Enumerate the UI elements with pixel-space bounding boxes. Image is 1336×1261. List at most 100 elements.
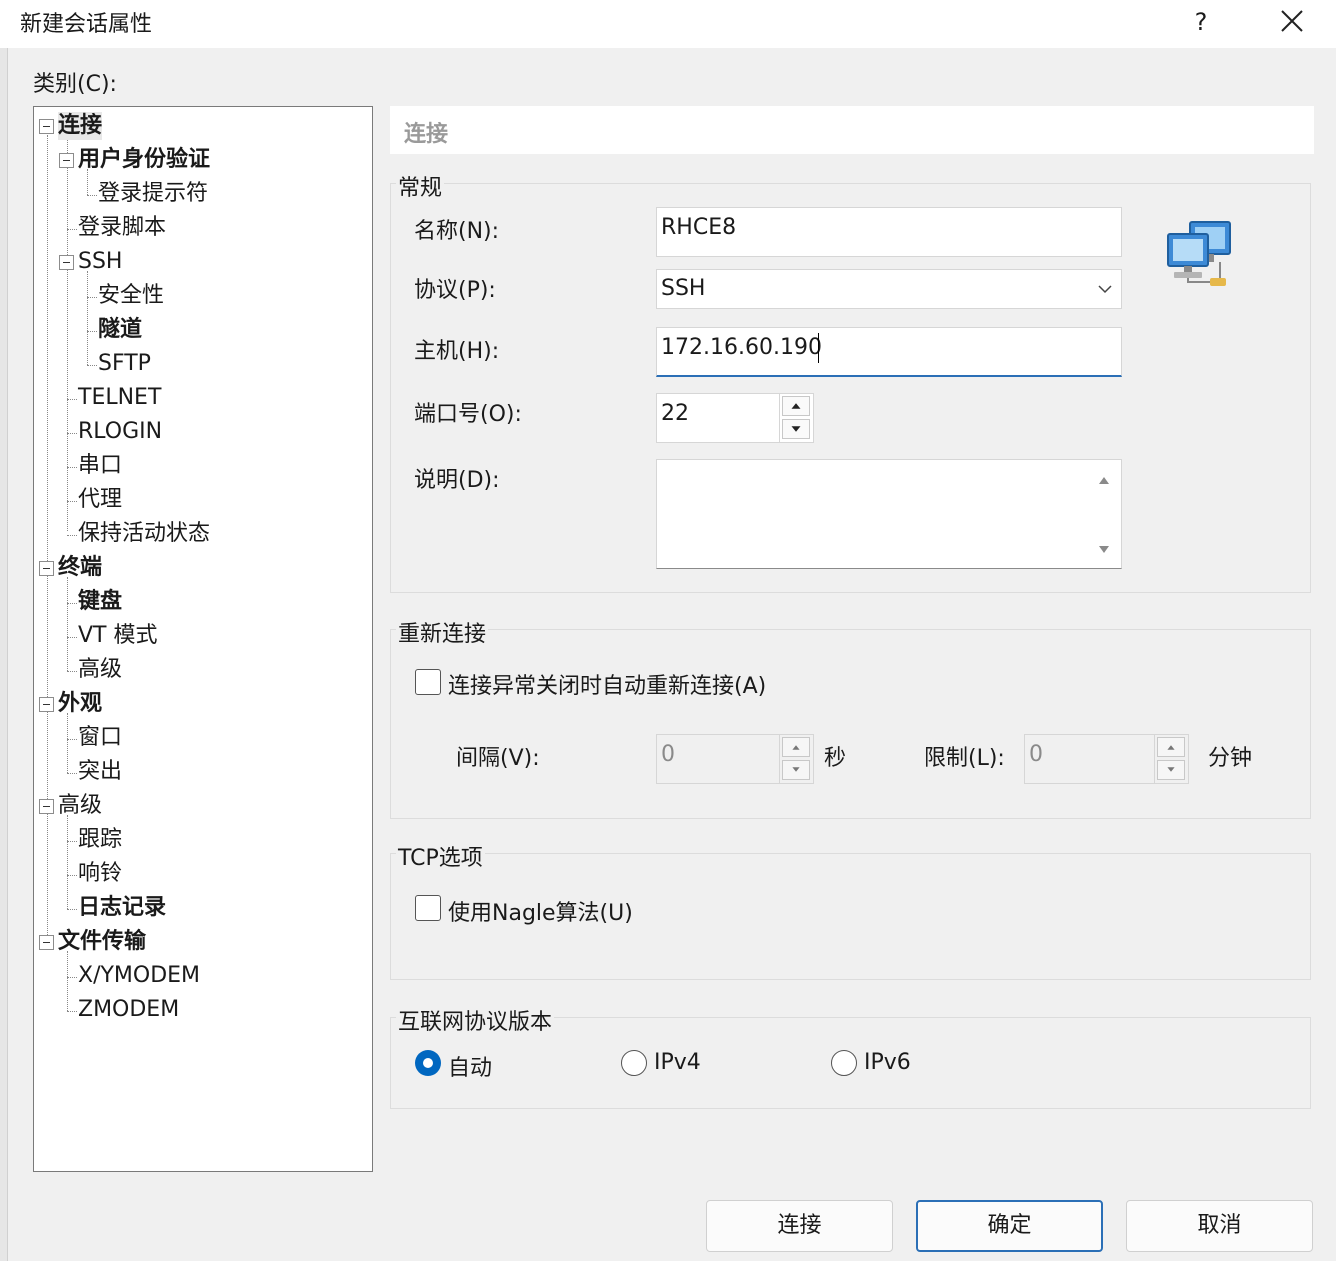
tree-item-terminal[interactable]: 终端: [58, 554, 102, 582]
collapse-toggle-icon[interactable]: [39, 561, 54, 576]
port-down-button[interactable]: [782, 419, 810, 439]
protocol-select[interactable]: SSH: [656, 269, 1122, 309]
tcp-group-title: TCP选项: [396, 840, 485, 872]
tree-item-proxy[interactable]: 代理: [78, 486, 122, 514]
host-input[interactable]: 172.16.60.190: [656, 327, 1122, 377]
window-title: 新建会话属性: [20, 12, 153, 37]
limit-up-button[interactable]: [1157, 737, 1185, 757]
interval-up-button[interactable]: [782, 737, 810, 757]
tree-item-trace[interactable]: 跟踪: [78, 826, 122, 854]
tree-item-file-transfer[interactable]: 文件传输: [58, 928, 146, 956]
arrow-up-icon: [792, 745, 800, 750]
category-tree[interactable]: 连接 用户身份验证 登录提示符 登录脚本 SSH 安全性 隧道 SFTP TEL…: [33, 106, 373, 1172]
tree-item-rlogin[interactable]: RLOGIN: [78, 418, 162, 446]
reconnect-group: [390, 629, 1311, 819]
tree-connector: [67, 713, 68, 773]
radio-ipv4-label: IPv4: [654, 1050, 701, 1075]
tree-connector: [67, 135, 68, 531]
scroll-up-icon[interactable]: [1097, 474, 1111, 486]
tree-connector: [67, 1011, 77, 1012]
limit-down-button[interactable]: [1157, 760, 1185, 780]
protocol-label: 协议(P):: [414, 278, 496, 303]
tree-item-logging[interactable]: 日志记录: [78, 894, 166, 922]
title-bar: 新建会话属性 ?: [0, 0, 1336, 48]
help-button[interactable]: ?: [1185, 4, 1217, 40]
radio-ipv6[interactable]: [831, 1050, 857, 1076]
text-caret: [818, 333, 819, 363]
tree-item-xymodem[interactable]: X/YMODEM: [78, 962, 200, 990]
limit-spinner[interactable]: [1154, 735, 1188, 783]
collapse-toggle-icon[interactable]: [39, 935, 54, 950]
name-label: 名称(N):: [414, 219, 500, 244]
interval-down-button[interactable]: [782, 760, 810, 780]
limit-unit: 分钟: [1208, 746, 1253, 771]
tree-connector: [67, 951, 68, 1011]
tree-item-zmodem[interactable]: ZMODEM: [78, 996, 179, 1024]
tree-connector: [67, 603, 77, 604]
name-input[interactable]: RHCE8: [656, 207, 1122, 257]
collapse-toggle-icon[interactable]: [59, 255, 74, 270]
interval-unit: 秒: [824, 746, 847, 771]
tree-item-advanced[interactable]: 高级: [58, 792, 102, 820]
scroll-down-icon[interactable]: [1097, 544, 1111, 556]
tree-connector: [47, 135, 48, 943]
tree-item-tunnel[interactable]: 隧道: [98, 316, 142, 344]
general-group-title: 常规: [396, 170, 445, 202]
panel-header: 连接: [390, 106, 1314, 154]
tree-connector: [67, 875, 77, 876]
ip-version-group-title: 互联网协议版本: [396, 1004, 555, 1036]
collapse-toggle-icon[interactable]: [39, 697, 54, 712]
tree-item-login-script[interactable]: 登录脚本: [78, 214, 166, 242]
category-label: 类别(C):: [33, 72, 117, 97]
tree-item-keyboard[interactable]: 键盘: [78, 588, 122, 616]
radio-auto[interactable]: [415, 1050, 441, 1076]
arrow-up-icon: [1167, 745, 1175, 750]
tree-item-bell[interactable]: 响铃: [78, 860, 122, 888]
tree-item-terminal-advanced[interactable]: 高级: [78, 656, 122, 684]
radio-ipv4[interactable]: [621, 1050, 647, 1076]
port-spinner[interactable]: [779, 394, 813, 442]
tree-connector: [87, 297, 97, 298]
tree-connector: [67, 433, 77, 434]
nagle-label: 使用Nagle算法(U): [448, 901, 633, 926]
tree-item-security[interactable]: 安全性: [98, 282, 164, 310]
tree-item-ssh[interactable]: SSH: [78, 248, 122, 276]
collapse-toggle-icon[interactable]: [39, 119, 54, 134]
tree-item-telnet[interactable]: TELNET: [78, 384, 161, 412]
connect-button[interactable]: 连接: [706, 1200, 893, 1252]
tree-item-connection[interactable]: 连接: [58, 112, 103, 140]
description-label: 说明(D):: [414, 468, 500, 493]
reconnect-group-title: 重新连接: [396, 616, 489, 648]
port-up-button[interactable]: [782, 396, 810, 416]
limit-label: 限制(L):: [924, 746, 1005, 771]
port-label: 端口号(O):: [414, 402, 522, 427]
ok-button[interactable]: 确定: [916, 1200, 1103, 1252]
tree-item-serial[interactable]: 串口: [78, 452, 122, 480]
cancel-button[interactable]: 取消: [1126, 1200, 1313, 1252]
tree-item-keepalive[interactable]: 保持活动状态: [78, 520, 210, 548]
host-label: 主机(H):: [414, 339, 500, 364]
tree-item-sftp[interactable]: SFTP: [98, 350, 151, 378]
network-computers-icon: [1167, 221, 1231, 286]
tree-connector: [67, 909, 77, 910]
collapse-toggle-icon[interactable]: [59, 153, 74, 168]
tree-item-appearance[interactable]: 外观: [58, 690, 102, 718]
tree-connector: [67, 229, 77, 230]
tree-connector: [67, 773, 77, 774]
close-button[interactable]: [1274, 2, 1310, 40]
auto-reconnect-checkbox[interactable]: [415, 669, 441, 695]
nagle-checkbox[interactable]: [415, 895, 441, 921]
arrow-down-icon: [1167, 767, 1175, 772]
collapse-toggle-icon[interactable]: [39, 799, 54, 814]
tree-item-highlight[interactable]: 突出: [78, 758, 122, 786]
tree-connector: [87, 331, 97, 332]
interval-spinner[interactable]: [779, 735, 813, 783]
tree-connector: [67, 739, 77, 740]
tree-item-login-prompts[interactable]: 登录提示符: [98, 180, 208, 208]
protocol-value: SSH: [661, 276, 706, 301]
radio-auto-label: 自动: [448, 1056, 493, 1081]
tree-item-window[interactable]: 窗口: [78, 724, 122, 752]
description-textarea[interactable]: [656, 459, 1122, 569]
tree-item-vt-mode[interactable]: VT 模式: [78, 622, 157, 650]
tree-item-authentication[interactable]: 用户身份验证: [78, 146, 210, 174]
